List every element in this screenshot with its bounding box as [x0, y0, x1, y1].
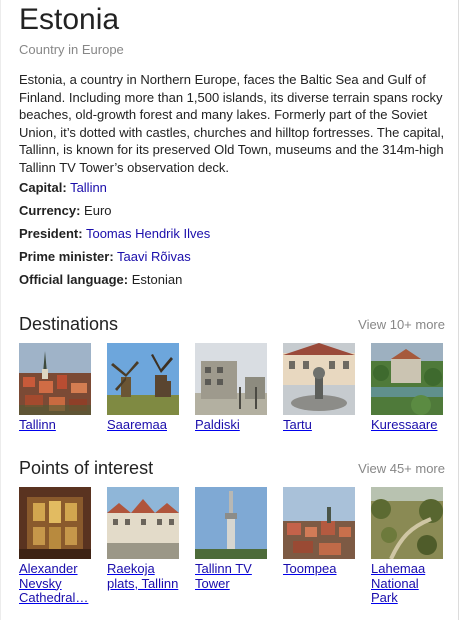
- lahemaa-national-park-photo: [371, 487, 443, 559]
- alexander-nevsky-cathedral-photo: [19, 487, 91, 559]
- fact-currency: Currency: Euro: [19, 202, 445, 225]
- destination-card-tallinn[interactable]: Tallinn: [19, 343, 93, 433]
- card-label: Saaremaa: [107, 417, 167, 432]
- view-more-points-link[interactable]: View 45+ more: [358, 461, 445, 477]
- poi-card-lahemaa-national-park[interactable]: Lahemaa National Park: [371, 487, 445, 606]
- destination-card-paldiski[interactable]: Paldiski: [195, 343, 269, 433]
- raekoja-plats-photo: [107, 487, 179, 559]
- fact-official-language: Official language: Estonian: [19, 271, 445, 294]
- points-of-interest-header: Points of interest View 45+ more: [19, 457, 445, 481]
- fact-capital: Capital: Tallinn: [19, 179, 445, 202]
- fact-key: Currency:: [19, 203, 81, 218]
- fact-value: Euro: [84, 203, 112, 218]
- knowledge-panel: Estonia Country in Europe Estonia, a cou…: [0, 0, 459, 620]
- card-label: Toompea: [283, 561, 337, 576]
- poi-card-raekoja-plats[interactable]: Raekoja plats, Tallinn: [107, 487, 181, 591]
- fact-value-link[interactable]: Tallinn: [70, 180, 107, 195]
- fact-president: President: Toomas Hendrik Ilves: [19, 225, 445, 248]
- fact-prime-minister: Prime minister: Taavi Rõivas: [19, 248, 445, 271]
- facts-list: Capital: Tallinn Currency: Euro Presiden…: [19, 179, 445, 294]
- poi-card-toompea[interactable]: Toompea: [283, 487, 357, 577]
- poi-card-tallinn-tv-tower[interactable]: Tallinn TV Tower: [195, 487, 269, 591]
- fact-value-link[interactable]: Taavi Rõivas: [117, 249, 191, 264]
- card-label: Alexander Nevsky Cathedral…: [19, 561, 89, 605]
- card-label: Lahemaa National Park: [371, 561, 426, 605]
- card-label: Raekoja plats, Tallinn: [107, 561, 179, 591]
- fact-value-link[interactable]: Toomas Hendrik Ilves: [86, 226, 210, 241]
- view-more-destinations-link[interactable]: View 10+ more: [358, 317, 445, 333]
- card-label: Paldiski: [195, 417, 240, 432]
- fact-value: Estonian: [131, 272, 183, 287]
- entity-description: Estonia, a country in Northern Europe, f…: [19, 72, 445, 175]
- destinations-header: Destinations View 10+ more: [19, 313, 445, 337]
- card-label: Tallinn: [19, 417, 56, 432]
- destination-card-kuressaare[interactable]: Kuressaare: [371, 343, 445, 433]
- tallinn-photo: [19, 343, 91, 415]
- saaremaa-photo: [107, 343, 179, 415]
- destination-card-tartu[interactable]: Tartu: [283, 343, 357, 433]
- tallinn-tv-tower-photo: [195, 487, 267, 559]
- kuressaare-photo: [371, 343, 443, 415]
- section-title: Destinations: [19, 314, 119, 334]
- card-label: Tallinn TV Tower: [195, 561, 252, 591]
- fact-key: Capital:: [19, 180, 67, 195]
- fact-key: President:: [19, 226, 83, 241]
- entity-title: Estonia: [19, 3, 120, 36]
- section-title: Points of interest: [19, 458, 154, 478]
- card-label: Tartu: [283, 417, 312, 432]
- destination-card-saaremaa[interactable]: Saaremaa: [107, 343, 181, 433]
- poi-card-alexander-nevsky-cathedral[interactable]: Alexander Nevsky Cathedral…: [19, 487, 93, 606]
- card-label: Kuressaare: [371, 417, 438, 432]
- paldiski-photo: [195, 343, 267, 415]
- fact-key: Prime minister:: [19, 249, 114, 264]
- tartu-photo: [283, 343, 355, 415]
- entity-subtitle: Country in Europe: [19, 42, 124, 57]
- toompea-photo: [283, 487, 355, 559]
- fact-key: Official language:: [19, 272, 129, 287]
